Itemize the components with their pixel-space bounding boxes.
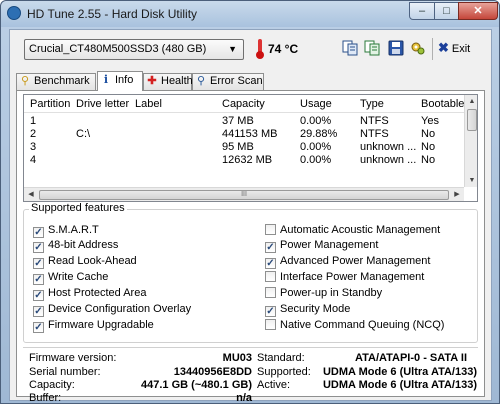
maximize-button[interactable]: □: [434, 2, 459, 20]
feature-security-mode[interactable]: ✓ Security Mode: [265, 302, 350, 317]
save-icon[interactable]: [388, 40, 404, 56]
table-row[interactable]: 4 12632 MB 0.00% unknown ... No: [24, 154, 464, 167]
minimize-button[interactable]: –: [409, 2, 435, 20]
serial-label: Serial number:: [29, 366, 101, 378]
col-usage[interactable]: Usage: [300, 98, 332, 110]
partition-table-header: Partition Drive letter Label Capacity Us…: [24, 95, 464, 113]
drive-select[interactable]: Crucial_CT480M500SSD3 (480 GB) ▼: [24, 39, 244, 60]
tab-error-scan[interactable]: ⚲ Error Scan: [192, 73, 264, 90]
exit-button[interactable]: ✖ Exit: [438, 40, 470, 58]
exit-label: Exit: [451, 43, 471, 55]
toolbar-separator: [432, 38, 433, 60]
checkbox[interactable]: ✓: [33, 322, 44, 333]
col-type[interactable]: Type: [360, 98, 384, 110]
copy-info-icon[interactable]: [342, 40, 358, 56]
checkbox[interactable]: [265, 287, 276, 298]
info-panel: Partition Drive letter Label Capacity Us…: [16, 90, 485, 404]
col-bootable[interactable]: Bootable: [421, 98, 464, 110]
table-row[interactable]: 1 37 MB 0.00% NTFS Yes: [24, 115, 464, 128]
scroll-down-icon[interactable]: ▼: [465, 174, 477, 187]
standard-label: Standard:: [257, 352, 305, 364]
main-area: Crucial_CT480M500SSD3 (480 GB) ▼ 74 °C ✖…: [9, 29, 492, 404]
feature-48bit[interactable]: ✓ 48-bit Address: [33, 238, 118, 253]
feature-ipm[interactable]: Interface Power Management: [265, 270, 424, 284]
checkbox[interactable]: [265, 319, 276, 330]
title-bar[interactable]: HD Tune 2.55 - Hard Disk Utility – □ ✕: [1, 1, 499, 27]
firmware-label: Firmware version:: [29, 352, 117, 364]
col-capacity[interactable]: Capacity: [222, 98, 265, 110]
buffer-value: n/a: [236, 392, 252, 404]
checkbox[interactable]: ✓: [33, 258, 44, 269]
feature-apm[interactable]: ✓ Advanced Power Management: [265, 254, 430, 269]
magnifier-icon: ⚲: [196, 75, 206, 87]
scroll-left-icon[interactable]: ◀: [24, 188, 38, 201]
supported-label: Supported:: [257, 366, 311, 378]
vertical-scrollbar[interactable]: ▲ ▼: [464, 95, 477, 187]
checkbox[interactable]: [265, 271, 276, 282]
scroll-thumb-horizontal[interactable]: III: [39, 190, 449, 200]
drive-select-value: Crucial_CT480M500SSD3 (480 GB): [29, 43, 207, 55]
close-button[interactable]: ✕: [458, 2, 498, 20]
scroll-thumb[interactable]: [467, 109, 477, 131]
checkbox[interactable]: [265, 224, 276, 235]
feature-read-lookahead[interactable]: ✓ Read Look-Ahead: [33, 254, 137, 269]
serial-value: 13440956E8DD: [173, 366, 252, 378]
chevron-down-icon: ▼: [228, 44, 237, 54]
copy-all-icon[interactable]: [364, 40, 380, 56]
supported-value: UDMA Mode 6 (Ultra ATA/133): [322, 366, 477, 378]
exit-icon: ✖: [438, 40, 449, 55]
checkbox[interactable]: ✓: [265, 306, 276, 317]
scroll-right-icon[interactable]: ▶: [450, 188, 464, 201]
capacity-label: Capacity:: [29, 379, 75, 391]
active-value: UDMA Mode 6 (Ultra ATA/133): [322, 379, 477, 391]
horizontal-scrollbar[interactable]: ◀ III ▶: [24, 187, 464, 201]
benchmark-icon: ⚲: [20, 75, 30, 87]
feature-ncq[interactable]: Native Command Queuing (NCQ): [265, 318, 444, 332]
table-row[interactable]: 2 C:\ 441153 MB 29.88% NTFS No: [24, 128, 464, 141]
partition-table: Partition Drive letter Label Capacity Us…: [23, 94, 478, 202]
feature-dco[interactable]: ✓ Device Configuration Overlay: [33, 302, 191, 317]
health-icon: ✚: [147, 75, 157, 87]
standard-value: ATA/ATAPI-0 - SATA II: [354, 352, 467, 364]
partition-rows: 1 37 MB 0.00% NTFS Yes 2 C:\ 441153 MB 2…: [24, 115, 464, 167]
info-icon: i: [103, 73, 109, 86]
tab-health[interactable]: ✚ Health: [143, 73, 193, 90]
col-drive-letter[interactable]: Drive letter: [76, 98, 129, 110]
tab-benchmark[interactable]: ⚲ Benchmark: [16, 73, 96, 90]
firmware-value: MU03: [222, 352, 252, 364]
thermometer-icon: [256, 39, 264, 59]
checkbox[interactable]: ✓: [33, 274, 44, 285]
feature-hpa[interactable]: ✓ Host Protected Area: [33, 286, 146, 301]
feature-write-cache[interactable]: ✓ Write Cache: [33, 270, 108, 285]
app-icon: [7, 6, 21, 20]
col-partition[interactable]: Partition: [30, 98, 70, 110]
checkbox[interactable]: ✓: [33, 306, 44, 317]
checkbox[interactable]: ✓: [265, 258, 276, 269]
active-label: Active:: [257, 379, 291, 391]
temperature-readout: 74 °C: [268, 42, 299, 56]
features-legend: Supported features: [29, 202, 127, 214]
checkbox[interactable]: ✓: [33, 242, 44, 253]
feature-firmware-upgradable[interactable]: ✓ Firmware Upgradable: [33, 318, 154, 333]
scroll-up-icon[interactable]: ▲: [465, 95, 477, 108]
table-row[interactable]: 3 95 MB 0.00% unknown ... No: [24, 141, 464, 154]
tab-info[interactable]: i Info: [97, 71, 143, 91]
checkbox[interactable]: ✓: [33, 227, 44, 238]
checkbox[interactable]: ✓: [265, 242, 276, 253]
options-icon[interactable]: [410, 40, 426, 56]
feature-puis[interactable]: Power-up in Standby: [265, 286, 382, 300]
window-title: HD Tune 2.55 - Hard Disk Utility: [27, 7, 198, 21]
feature-power-management[interactable]: ✓ Power Management: [265, 238, 378, 253]
capacity-value: 447.1 GB (~480.1 GB): [141, 379, 252, 391]
buffer-label: Buffer:: [29, 392, 62, 404]
feature-aam[interactable]: Automatic Acoustic Management: [265, 223, 440, 237]
app-window: HD Tune 2.55 - Hard Disk Utility – □ ✕ C…: [0, 0, 500, 404]
checkbox[interactable]: ✓: [33, 290, 44, 301]
feature-smart[interactable]: ✓ S.M.A.R.T: [33, 223, 99, 238]
col-label[interactable]: Label: [135, 98, 162, 110]
